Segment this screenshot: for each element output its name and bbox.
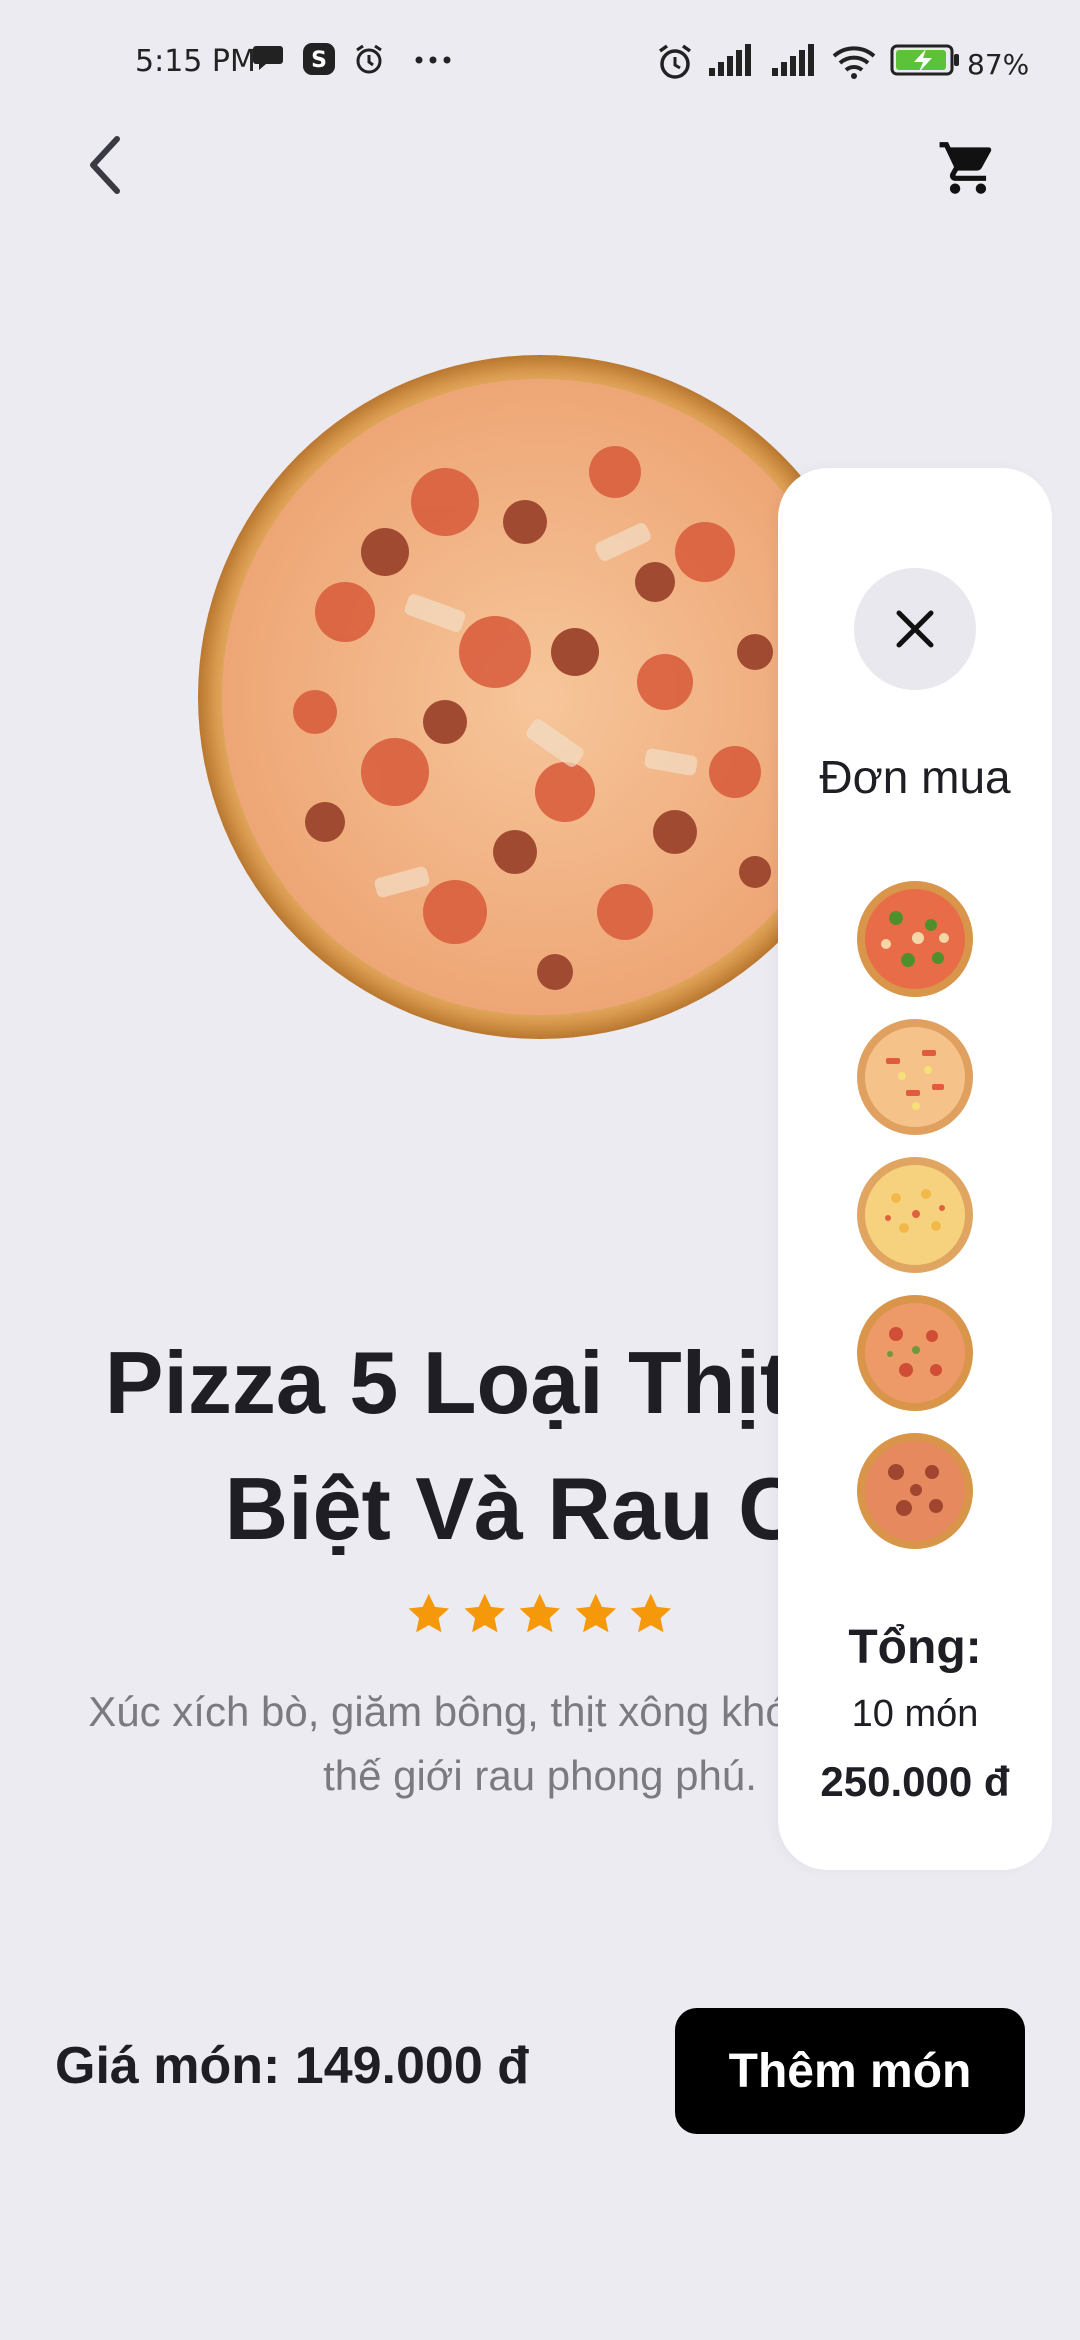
s-app-icon: S [303,43,335,75]
battery-percent: 87% [967,48,1030,81]
cart-item-pizza-cheese-pineapple[interactable] [856,1156,974,1274]
rating-stars [405,1590,675,1650]
signal-icon [772,44,814,76]
more-dots-icon [415,56,451,64]
total-price: 250.000 đ [820,1758,1010,1805]
star-icon [519,1593,561,1633]
chat-bubble-icon [253,46,283,70]
status-time: 5:15 PM [135,44,256,79]
svg-text:S: S [311,48,327,73]
price-label: Giá món: 149.000 đ [55,2037,529,2095]
cart-item-pizza-hawaiian[interactable] [856,1018,974,1136]
close-button[interactable] [854,568,976,690]
wifi-icon [832,46,876,79]
add-to-cart-button[interactable]: Thêm món [675,2008,1025,2134]
total-label: Tổng: [848,1621,982,1674]
alarm-icon [658,44,692,79]
signal-icon [709,44,751,76]
cart-item-pizza-veggie[interactable] [856,880,974,998]
cart-item-pizza-meat[interactable] [856,1432,974,1550]
cart-panel: Đơn mua Tổng: 10 món 250.000 đ [778,468,1052,1870]
shopping-cart-icon [939,141,991,194]
status-bar: 5:15 PM S 87% [0,0,1080,120]
star-icon [464,1593,505,1633]
cart-button[interactable] [930,130,1005,205]
star-icon [575,1593,616,1633]
alarm-icon [356,44,382,74]
cart-item-pizza-seafood[interactable] [856,1294,974,1412]
back-button[interactable] [70,125,140,205]
battery-charging-icon [890,44,959,76]
chevron-left-icon [90,136,120,194]
star-icon [408,1593,450,1633]
close-icon [896,610,934,648]
panel-title: Đơn mua [819,751,1011,803]
total-count: 10 món [851,1693,979,1735]
star-icon [630,1593,672,1633]
